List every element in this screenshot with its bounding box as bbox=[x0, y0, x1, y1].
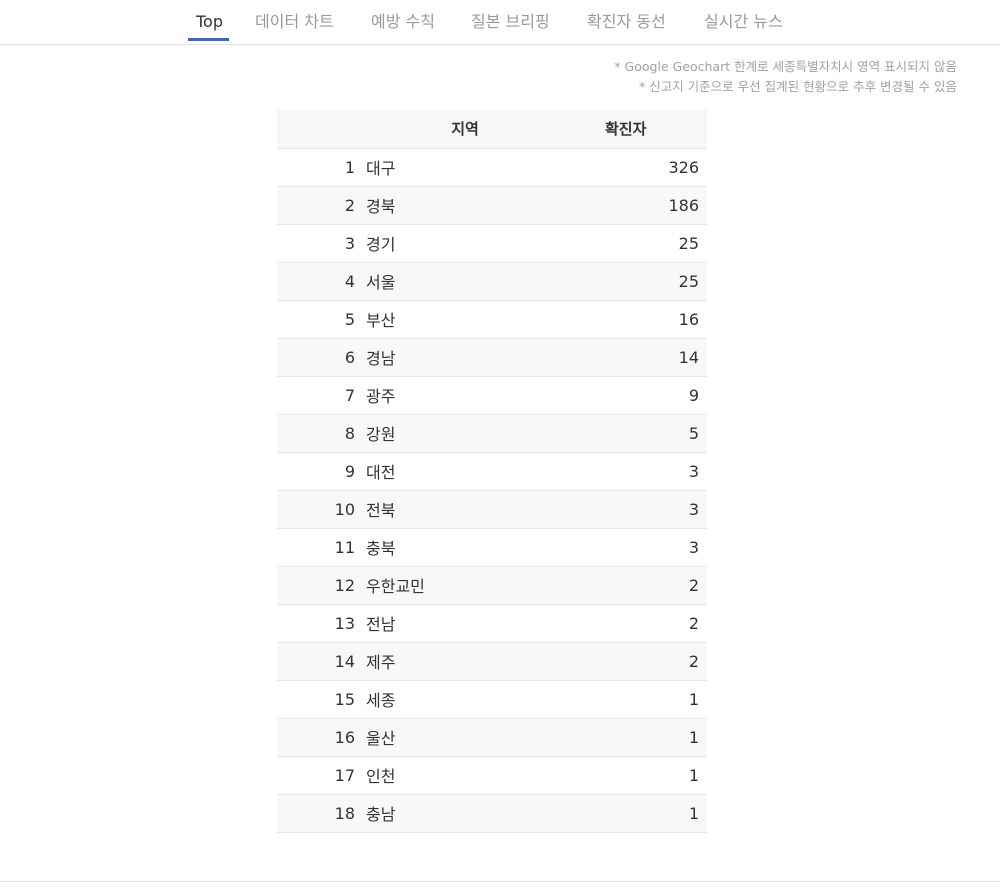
row-confirmed: 25 bbox=[678, 271, 699, 291]
table-row: 18 충남 1 bbox=[277, 794, 707, 832]
row-confirmed: 3 bbox=[688, 461, 699, 481]
table-row: 11 충북 3 bbox=[277, 528, 707, 566]
row-confirmed: 1 bbox=[688, 765, 699, 785]
header-confirmed[interactable]: 확진자 bbox=[575, 110, 707, 148]
table-row: 17 인천 1 bbox=[277, 756, 707, 794]
table-row: 8 강원 5 bbox=[277, 414, 707, 452]
row-confirmed: 1 bbox=[688, 689, 699, 709]
row-confirmed: 1 bbox=[688, 727, 699, 747]
table-row: 1 대구 326 bbox=[277, 148, 707, 186]
header-region[interactable]: 지역 bbox=[355, 110, 575, 148]
table-row: 15 세종 1 bbox=[277, 680, 707, 718]
tab-prevention-rules[interactable]: 예방 수칙 bbox=[371, 11, 435, 42]
row-confirmed: 1 bbox=[688, 803, 699, 823]
row-region: 충남 bbox=[366, 805, 396, 824]
row-confirmed: 326 bbox=[668, 157, 699, 177]
row-rank: 1 bbox=[344, 157, 355, 177]
row-region: 우한교민 bbox=[366, 577, 425, 596]
note-geochart-limit: * Google Geochart 한계로 세종특별자치시 영역 표시되지 않음 bbox=[614, 59, 957, 74]
row-confirmed: 5 bbox=[688, 423, 699, 443]
tab-patient-routes[interactable]: 확진자 동선 bbox=[587, 11, 666, 42]
row-confirmed: 9 bbox=[688, 385, 699, 405]
table-row: 13 전남 2 bbox=[277, 604, 707, 642]
row-rank: 14 bbox=[334, 651, 355, 671]
row-region: 경북 bbox=[366, 197, 396, 216]
row-region: 충북 bbox=[366, 539, 396, 558]
top-navigation: Top 데이터 차트 예방 수칙 질본 브리핑 확진자 동선 실시간 뉴스 bbox=[0, 0, 1000, 45]
table-row: 6 경남 14 bbox=[277, 338, 707, 376]
row-region: 서울 bbox=[366, 273, 396, 292]
table-row: 10 전북 3 bbox=[277, 490, 707, 528]
row-rank: 2 bbox=[344, 195, 355, 215]
tab-kcdc-briefing[interactable]: 질본 브리핑 bbox=[471, 11, 550, 42]
row-region: 세종 bbox=[366, 691, 396, 710]
tab-live-news[interactable]: 실시간 뉴스 bbox=[704, 11, 783, 42]
row-region: 강원 bbox=[366, 425, 396, 444]
table-row: 16 울산 1 bbox=[277, 718, 707, 756]
chart-notes: * Google Geochart 한계로 세종특별자치시 영역 표시되지 않음… bbox=[614, 57, 957, 97]
row-rank: 9 bbox=[344, 461, 355, 481]
table-row: 7 광주 9 bbox=[277, 376, 707, 414]
table-header-row: 지역 확진자 bbox=[277, 110, 707, 148]
row-rank: 17 bbox=[334, 765, 355, 785]
footer-divider bbox=[0, 881, 1000, 882]
cases-by-region-table-container: 지역 확진자 1 대구 326 2 경북 186 3 경기 25 4 서울 25… bbox=[277, 110, 707, 833]
row-region: 대전 bbox=[366, 463, 396, 482]
table-row: 9 대전 3 bbox=[277, 452, 707, 490]
row-rank: 11 bbox=[334, 537, 355, 557]
table-body: 1 대구 326 2 경북 186 3 경기 25 4 서울 25 5 부산 1… bbox=[277, 148, 707, 832]
row-region: 경남 bbox=[366, 349, 396, 368]
cases-by-region-table: 지역 확진자 1 대구 326 2 경북 186 3 경기 25 4 서울 25… bbox=[277, 110, 707, 833]
row-region: 부산 bbox=[366, 311, 396, 330]
row-region: 전남 bbox=[366, 615, 396, 634]
row-rank: 13 bbox=[334, 613, 355, 633]
row-rank: 6 bbox=[344, 347, 355, 367]
row-rank: 4 bbox=[344, 271, 355, 291]
row-rank: 8 bbox=[344, 423, 355, 443]
table-row: 5 부산 16 bbox=[277, 300, 707, 338]
row-rank: 3 bbox=[344, 233, 355, 253]
note-report-basis: * 신고지 기준으로 우선 집계된 현황으로 추후 변경될 수 있음 bbox=[638, 79, 957, 94]
row-region: 인천 bbox=[366, 767, 396, 786]
row-region: 경기 bbox=[366, 235, 396, 254]
row-region: 광주 bbox=[366, 387, 396, 406]
row-rank: 7 bbox=[344, 385, 355, 405]
table-row: 4 서울 25 bbox=[277, 262, 707, 300]
row-confirmed: 14 bbox=[678, 347, 699, 367]
row-region: 대구 bbox=[366, 159, 396, 178]
row-rank: 10 bbox=[334, 499, 355, 519]
header-rank bbox=[277, 110, 355, 148]
tab-data-chart[interactable]: 데이터 차트 bbox=[255, 11, 334, 42]
active-tab-indicator bbox=[188, 38, 229, 41]
table-row: 12 우한교민 2 bbox=[277, 566, 707, 604]
row-region: 제주 bbox=[366, 653, 396, 672]
row-region: 울산 bbox=[366, 729, 396, 748]
table-row: 2 경북 186 bbox=[277, 186, 707, 224]
row-rank: 12 bbox=[334, 575, 355, 595]
row-confirmed: 25 bbox=[678, 233, 699, 253]
row-confirmed: 16 bbox=[678, 309, 699, 329]
row-confirmed: 3 bbox=[688, 537, 699, 557]
row-confirmed: 3 bbox=[688, 499, 699, 519]
table-row: 14 제주 2 bbox=[277, 642, 707, 680]
row-rank: 18 bbox=[334, 803, 355, 823]
row-rank: 16 bbox=[334, 727, 355, 747]
row-region: 전북 bbox=[366, 501, 396, 520]
row-confirmed: 186 bbox=[668, 195, 699, 215]
row-confirmed: 2 bbox=[688, 613, 699, 633]
row-rank: 5 bbox=[344, 309, 355, 329]
row-confirmed: 2 bbox=[688, 651, 699, 671]
table-row: 3 경기 25 bbox=[277, 224, 707, 262]
row-confirmed: 2 bbox=[688, 575, 699, 595]
row-rank: 15 bbox=[334, 689, 355, 709]
